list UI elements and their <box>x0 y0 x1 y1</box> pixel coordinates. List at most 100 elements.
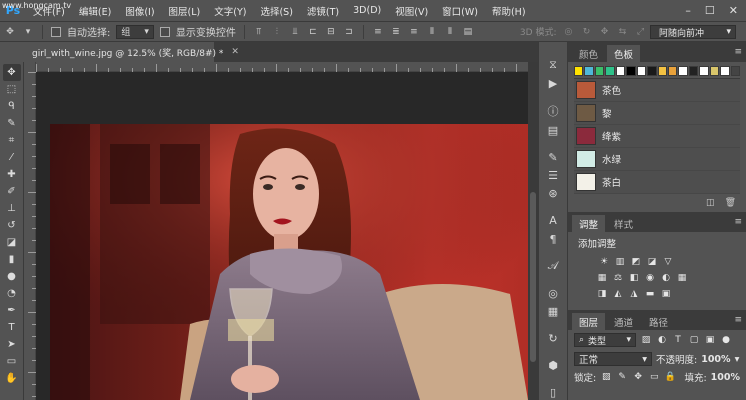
move-tool-icon[interactable]: ✥ <box>2 64 21 81</box>
chevron-down-icon[interactable]: ▾ <box>735 354 740 365</box>
new-swatch-icon[interactable]: ◫ <box>706 198 715 208</box>
close-icon[interactable]: ✕ <box>729 4 738 17</box>
color-swatch[interactable] <box>667 66 678 76</box>
tab-color[interactable]: 颜色 <box>572 45 605 62</box>
lock-artboard-icon[interactable]: ▭ <box>648 371 660 383</box>
pen-tool-icon[interactable]: ✒ <box>3 302 21 319</box>
curves-icon[interactable]: ◩ <box>630 256 642 268</box>
pan-3d-icon[interactable]: ✥ <box>598 26 610 38</box>
gradient-map-icon[interactable]: ▬ <box>644 288 656 300</box>
history-brush-tool-icon[interactable]: ↺ <box>3 217 21 234</box>
fill-value[interactable]: 100% <box>711 372 740 383</box>
eyedropper-tool-icon[interactable]: ⁄ <box>3 149 21 166</box>
filter-type-icon[interactable]: T <box>672 334 684 346</box>
clone-stamp-tool-icon[interactable]: ⊥ <box>3 200 21 217</box>
color-swatch[interactable] <box>709 66 720 76</box>
distribute-bottom-icon[interactable]: ≡ <box>408 26 420 38</box>
black-white-icon[interactable]: ◧ <box>628 272 640 284</box>
menu-image[interactable]: 图像(I) <box>118 4 161 18</box>
hue-saturation-icon[interactable]: ▦ <box>596 272 608 284</box>
tab-adjustments[interactable]: 调整 <box>572 215 606 232</box>
info-icon[interactable]: ⓘ <box>544 103 562 119</box>
canvas-area[interactable] <box>36 72 528 400</box>
menu-3d[interactable]: 3D(D) <box>346 5 388 16</box>
lock-all-icon[interactable]: 🔒 <box>664 371 676 383</box>
history-icon[interactable]: ⧖ <box>544 58 562 72</box>
color-swatch[interactable] <box>730 66 740 76</box>
menu-help[interactable]: 帮助(H) <box>485 4 533 18</box>
channel-mixer-icon[interactable]: ◐ <box>660 272 672 284</box>
align-left-icon[interactable]: ⊏ <box>307 26 319 38</box>
color-balance-icon[interactable]: ⚖ <box>612 272 624 284</box>
align-bottom-icon[interactable]: ⫫ <box>289 26 301 38</box>
orbit-3d-icon[interactable]: ◎ <box>562 26 574 38</box>
menu-view[interactable]: 视图(V) <box>388 4 435 18</box>
properties-icon[interactable]: ▤ <box>544 123 562 137</box>
color-swatch[interactable] <box>584 66 594 76</box>
filter-pixel-icon[interactable]: ▨ <box>640 334 652 346</box>
glyphs-icon[interactable]: 𝒜 <box>544 259 562 273</box>
distribute-top-icon[interactable]: ≡ <box>372 26 384 38</box>
tab-channels[interactable]: 通道 <box>607 313 640 330</box>
filter-smart-object-icon[interactable]: ▣ <box>704 334 716 346</box>
lock-image-icon[interactable]: ✎ <box>616 371 628 383</box>
eraser-tool-icon[interactable]: ◪ <box>3 234 21 251</box>
color-swatch[interactable] <box>657 66 667 76</box>
color-swatch[interactable] <box>636 66 647 76</box>
align-hcenter-icon[interactable]: ⊟ <box>325 26 337 38</box>
libraries-icon[interactable]: ◎ <box>544 286 562 300</box>
healing-brush-tool-icon[interactable]: ✚ <box>3 166 21 183</box>
workspace-dropdown[interactable]: 阿随向前冲 ▾ <box>650 25 736 39</box>
menu-edit[interactable]: 编辑(E) <box>72 4 118 18</box>
quick-select-tool-icon[interactable]: ✎ <box>3 115 21 132</box>
photo-filter-icon[interactable]: ◉ <box>644 272 656 284</box>
posterize-icon[interactable]: ◭ <box>612 288 624 300</box>
gradient-tool-icon[interactable]: ▮ <box>3 251 21 268</box>
tab-paths[interactable]: 路径 <box>642 313 675 330</box>
threshold-icon[interactable]: ◮ <box>628 288 640 300</box>
path-select-tool-icon[interactable]: ➤ <box>3 336 21 353</box>
brightness-icon[interactable]: ☀ <box>598 256 610 268</box>
document-image[interactable] <box>50 124 528 400</box>
color-swatch[interactable] <box>678 66 688 76</box>
minimize-icon[interactable]: – <box>685 4 691 17</box>
lock-position-icon[interactable]: ✥ <box>632 371 644 383</box>
align-top-icon[interactable]: ⫪ <box>253 26 265 38</box>
auto-select-checkbox[interactable] <box>51 26 61 37</box>
lasso-tool-icon[interactable]: ᑫ <box>3 98 21 115</box>
paragraph-icon[interactable]: ¶ <box>544 232 562 246</box>
filter-shape-icon[interactable]: ▢ <box>688 334 700 346</box>
brush-presets-icon[interactable]: ☰ <box>544 169 562 183</box>
panel-menu-icon[interactable]: ≡ <box>734 217 746 227</box>
color-swatch[interactable] <box>720 66 730 76</box>
clone-source-icon[interactable]: ⊛ <box>544 187 562 201</box>
menu-type[interactable]: 文字(Y) <box>207 4 253 18</box>
color-swatch[interactable] <box>615 66 626 76</box>
blur-tool-icon[interactable]: ● <box>3 268 21 285</box>
menu-layer[interactable]: 图层(L) <box>162 4 208 18</box>
menu-filter[interactable]: 滤镜(T) <box>300 4 346 18</box>
color-swatch[interactable] <box>688 66 699 76</box>
swatch-list-item[interactable]: 茶白 <box>574 171 740 194</box>
opacity-value[interactable]: 100% <box>701 354 730 365</box>
swatch-strip[interactable] <box>574 66 740 76</box>
show-transform-checkbox[interactable] <box>159 26 170 37</box>
scale-3d-icon[interactable]: ⤢ <box>634 26 646 38</box>
swatch-list-item[interactable]: 茶色 <box>574 79 740 102</box>
distribute-left-icon[interactable]: ⦀ <box>426 26 438 38</box>
maximize-icon[interactable]: ☐ <box>705 4 715 17</box>
color-swatch[interactable] <box>605 66 615 76</box>
timeline-icon[interactable]: ↻ <box>544 332 562 346</box>
marquee-tool-icon[interactable]: ⬚ <box>3 81 21 98</box>
swatch-list-item[interactable]: 黎 <box>574 102 740 125</box>
chevron-down-icon[interactable]: ▾ <box>22 26 34 38</box>
brush-settings-icon[interactable]: ✎ <box>544 150 562 164</box>
swatch-list-item[interactable]: 绛紫 <box>574 125 740 148</box>
menu-window[interactable]: 窗口(W) <box>435 4 485 18</box>
layer-filter-dropdown[interactable]: ⌕ 类型 ▾ <box>574 333 636 347</box>
character-icon[interactable]: A <box>544 214 562 228</box>
align-vcenter-icon[interactable]: ⫶ <box>271 26 283 38</box>
color-lookup-icon[interactable]: ▦ <box>676 272 688 284</box>
distribute-hcenter-icon[interactable]: ⦀ <box>444 26 456 38</box>
brush-tool-icon[interactable]: ✐ <box>3 183 21 200</box>
